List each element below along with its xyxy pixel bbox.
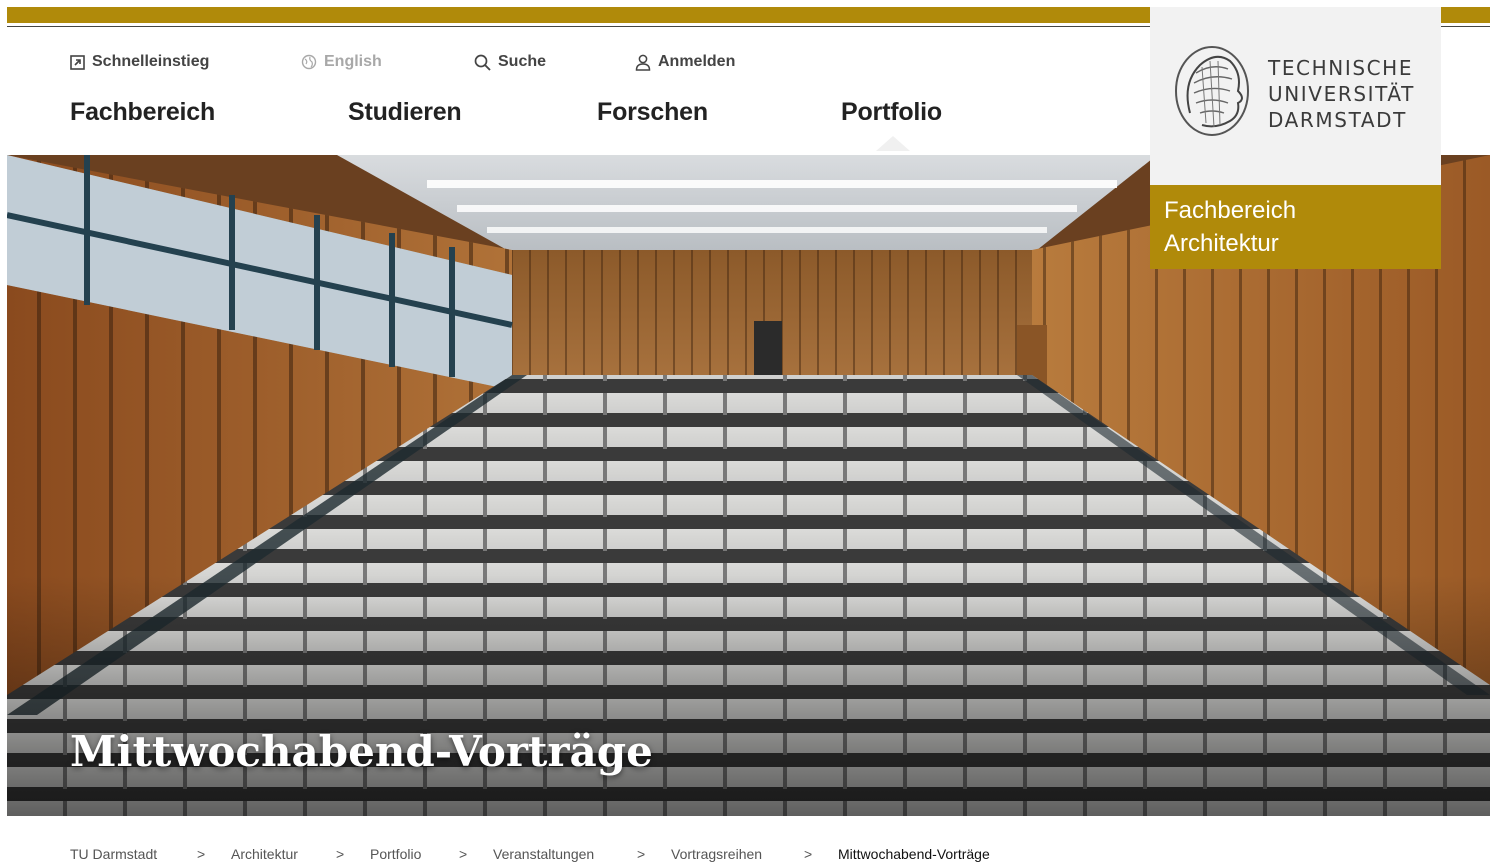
login-label: Anmelden [658, 53, 736, 70]
nav-item-portfolio[interactable]: Portfolio [841, 98, 942, 127]
breadcrumb-item-vortragsreihen[interactable]: Vortragsreihen [671, 846, 762, 862]
search-icon [474, 54, 491, 71]
external-box-icon [70, 54, 85, 70]
breadcrumb-separator: > [459, 846, 468, 862]
logo-line-2: UNIVERSITÄT [1268, 82, 1415, 106]
nav-item-fachbereich[interactable]: Fachbereich [70, 98, 215, 127]
breadcrumb-separator: > [804, 846, 813, 862]
search-label: Suche [498, 53, 547, 70]
language-switch-link[interactable]: English [301, 53, 382, 71]
department-line-1: Fachbereich [1164, 197, 1297, 224]
login-link[interactable]: Anmelden [635, 53, 735, 71]
breadcrumb-separator: > [197, 846, 206, 862]
breadcrumb-item-portfolio[interactable]: Portfolio [370, 846, 421, 862]
quick-access-link[interactable]: Schnelleinstieg [70, 53, 209, 71]
globe-icon [301, 54, 317, 70]
breadcrumb-item-veranstaltungen[interactable]: Veranstaltungen [493, 846, 594, 862]
department-label[interactable]: Fachbereich Architektur [1150, 185, 1441, 269]
logo-line-3: DARMSTADT [1268, 108, 1407, 132]
breadcrumb-separator: > [336, 846, 345, 862]
nav-item-forschen[interactable]: Forschen [597, 98, 708, 127]
search-link[interactable]: Suche [474, 53, 546, 71]
logo-wordmark: TECHNISCHE UNIVERSITÄT DARMSTADT [1268, 55, 1415, 133]
logo-line-1: TECHNISCHE [1268, 56, 1414, 80]
language-label: English [324, 53, 382, 70]
page-title: Mittwochabend-Vorträge [70, 727, 653, 776]
breadcrumb-item-architektur[interactable]: Architektur [231, 846, 298, 862]
user-icon [635, 54, 651, 71]
active-nav-indicator [876, 136, 910, 151]
nav-item-studieren[interactable]: Studieren [348, 98, 462, 127]
breadcrumb-separator: > [637, 846, 646, 862]
quick-access-label: Schnelleinstieg [92, 53, 210, 70]
breadcrumb-item-current: Mittwochabend-Vorträge [838, 846, 990, 862]
breadcrumb-item-tu-darmstadt[interactable]: TU Darmstadt [70, 846, 157, 862]
athena-seal-icon [1175, 46, 1249, 136]
tu-darmstadt-logo[interactable]: TECHNISCHE UNIVERSITÄT DARMSTADT [1150, 7, 1441, 185]
department-line-2: Architektur [1164, 230, 1279, 257]
